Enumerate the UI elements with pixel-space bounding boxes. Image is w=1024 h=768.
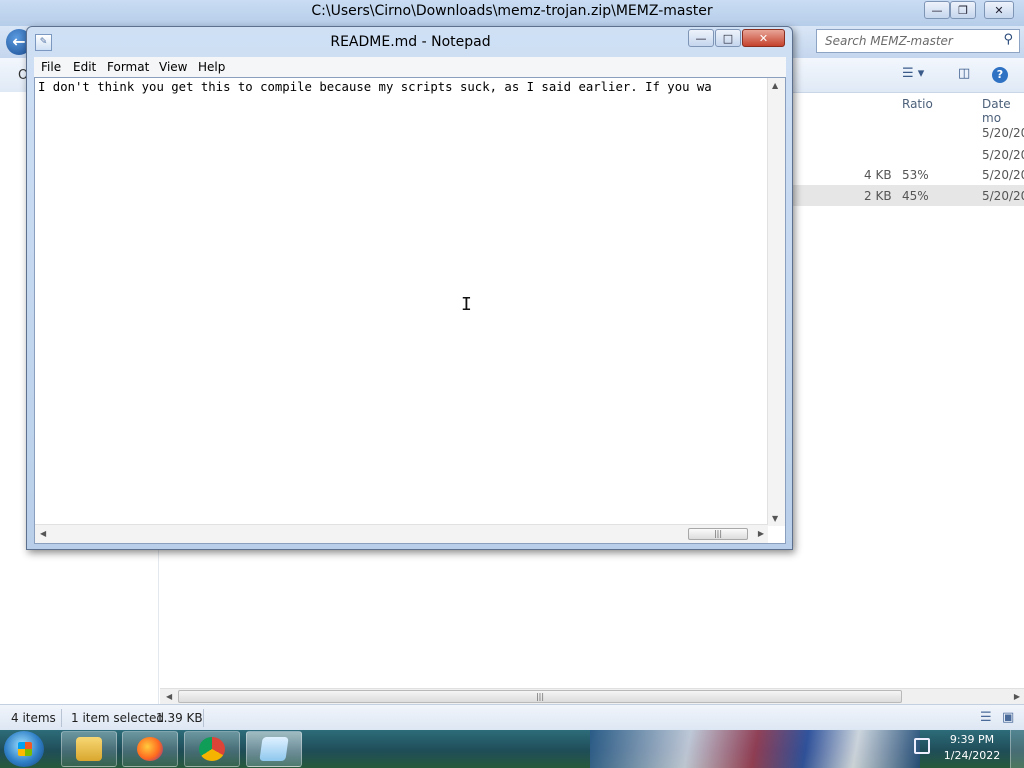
status-selected: 1 item selected (71, 711, 165, 725)
preview-pane-icon[interactable]: ◫ (958, 66, 970, 81)
scroll-right-arrow-icon[interactable]: ▶ (1014, 692, 1020, 701)
view-options-icon[interactable]: ☰ ▾ (902, 66, 924, 81)
taskbar-firefox-button[interactable] (122, 731, 178, 767)
details-view-icon[interactable]: ☰ (980, 710, 992, 725)
scroll-left-arrow-icon[interactable]: ◀ (40, 529, 46, 538)
status-size: 1.39 KB (156, 711, 203, 725)
status-item-count: 4 items (11, 711, 56, 725)
menu-view[interactable]: View (159, 60, 187, 74)
row-size: 4 KB (864, 168, 892, 182)
status-divider (203, 709, 204, 727)
clock-date[interactable]: 1/24/2022 (942, 749, 1002, 762)
taskbar-notepad-button[interactable] (246, 731, 302, 767)
help-icon[interactable]: ? (992, 67, 1008, 83)
row-date: 5/20/20 (982, 148, 1024, 162)
scroll-up-arrow-icon[interactable]: ▲ (772, 81, 778, 90)
explorer-close-button[interactable]: ✕ (984, 1, 1014, 19)
taskbar-explorer-button[interactable] (61, 731, 117, 767)
show-desktop-button[interactable] (1010, 730, 1024, 768)
explorer-status-bar: 4 items 1 item selected 1.39 KB ☰ ▣ (0, 704, 1024, 731)
explorer-title: C:\Users\Cirno\Downloads\memz-trojan.zip… (311, 3, 713, 19)
row-date: 5/20/20 (982, 189, 1024, 203)
scroll-right-arrow-icon[interactable]: ▶ (758, 529, 764, 538)
row-ratio: 53% (902, 168, 929, 182)
network-icon[interactable] (914, 738, 930, 754)
column-header-ratio[interactable]: Ratio (902, 97, 933, 111)
notepad-icon (259, 737, 289, 761)
maximize-button[interactable]: □ (715, 29, 741, 47)
windows-logo-icon (18, 742, 32, 756)
status-divider (61, 709, 62, 727)
row-date: 5/20/20 (982, 168, 1024, 182)
explorer-titlebar[interactable]: C:\Users\Cirno\Downloads\memz-trojan.zip… (0, 0, 1024, 26)
large-icons-view-icon[interactable]: ▣ (1002, 710, 1014, 725)
folder-icon (76, 737, 102, 761)
start-button[interactable] (4, 731, 44, 767)
menu-bar: File Edit Format View Help (34, 57, 786, 77)
explorer-maximize-button[interactable]: ❐ (950, 1, 976, 19)
taskbar: 9:39 PM 1/24/2022 (0, 730, 1024, 768)
chrome-icon (199, 737, 225, 761)
text-cursor-icon: I (461, 294, 472, 315)
clock-time[interactable]: 9:39 PM (942, 733, 1002, 746)
document-text[interactable]: I don't think you get this to compile be… (38, 80, 712, 94)
column-header-date[interactable]: Date mo (982, 97, 1024, 125)
menu-format[interactable]: Format (107, 60, 149, 74)
vertical-scrollbar[interactable]: ▲ ▼ (767, 78, 785, 526)
scroll-down-arrow-icon[interactable]: ▼ (772, 514, 778, 523)
row-size: 2 KB (864, 189, 892, 203)
minimize-button[interactable]: — (688, 29, 714, 47)
row-date: 5/20/20 (982, 126, 1024, 140)
desktop-wallpaper-strip (590, 730, 920, 768)
notepad-title: README.md - Notepad (330, 34, 491, 50)
search-placeholder: Search MEMZ-master (825, 34, 953, 48)
menu-edit[interactable]: Edit (73, 60, 96, 74)
explorer-minimize-button[interactable]: — (924, 1, 950, 19)
menu-help[interactable]: Help (198, 60, 225, 74)
search-input[interactable]: Search MEMZ-master ⚲ (816, 29, 1020, 53)
close-button[interactable]: ✕ (742, 29, 785, 47)
row-ratio: 45% (902, 189, 929, 203)
horizontal-scrollbar[interactable]: ◀ ||| ▶ (35, 524, 768, 543)
menu-file[interactable]: File (41, 60, 61, 74)
firefox-icon (137, 737, 163, 761)
search-icon[interactable]: ⚲ (1003, 32, 1013, 47)
explorer-scroll-thumb[interactable]: ||| (178, 690, 902, 703)
taskbar-chrome-button[interactable] (184, 731, 240, 767)
notepad-window[interactable]: ✎ README.md - Notepad — □ ✕ File Edit Fo… (26, 26, 793, 550)
text-editor-area[interactable]: I don't think you get this to compile be… (34, 77, 786, 544)
scroll-left-arrow-icon[interactable]: ◀ (166, 692, 172, 701)
horizontal-scroll-thumb[interactable]: ||| (688, 528, 748, 540)
